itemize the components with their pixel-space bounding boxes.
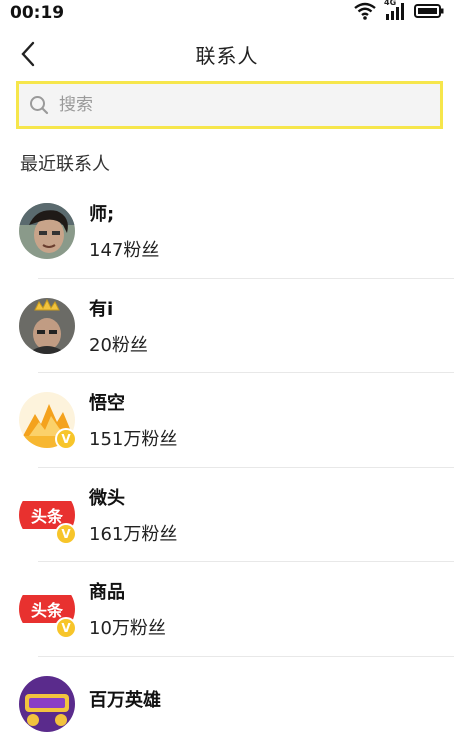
svg-text:头条: 头条 [31, 601, 64, 620]
contact-text: 有i 20粉丝 [89, 295, 148, 357]
contact-row[interactable]: V 悟空 151万粉丝 [0, 373, 454, 468]
contact-list: 师; 147粉丝 有i 20粉丝 [0, 184, 454, 751]
network-type-label: 4G [384, 0, 396, 7]
contact-text: 悟空 151万粉丝 [89, 389, 177, 451]
contact-name: 微头 [89, 484, 177, 510]
contact-name: 师; [89, 200, 159, 226]
contact-name: 商品 [89, 578, 166, 604]
contact-row[interactable]: 师; 147粉丝 [0, 184, 454, 279]
contact-text: 商品 10万粉丝 [89, 578, 166, 640]
avatar: 头条 V [19, 581, 75, 637]
contact-text: 微头 161万粉丝 [89, 484, 177, 546]
contact-fans: 20粉丝 [89, 331, 148, 357]
avatar: V [19, 392, 75, 448]
avatar [19, 298, 75, 354]
contact-fans: 161万粉丝 [89, 520, 177, 546]
avatar: 头条 V [19, 487, 75, 543]
section-title: 最近联系人 [20, 150, 110, 176]
search-bar[interactable] [16, 81, 443, 129]
contact-fans: 147粉丝 [89, 236, 159, 262]
nav-bar: 联系人 [0, 28, 454, 80]
contact-fans: 151万粉丝 [89, 425, 177, 451]
verified-badge-icon: V [55, 523, 77, 545]
contact-name: 百万英雄 [89, 686, 161, 712]
search-icon [29, 95, 49, 115]
svg-text:头条: 头条 [31, 507, 64, 526]
signal-icon: 4G [384, 2, 406, 24]
wifi-icon [354, 2, 376, 24]
avatar [19, 203, 75, 259]
search-input[interactable] [57, 94, 421, 116]
contact-text: 师; 147粉丝 [89, 200, 159, 262]
battery-icon [414, 3, 444, 23]
contact-fans: 10万粉丝 [89, 614, 166, 640]
chevron-left-icon [20, 41, 36, 67]
contact-row[interactable]: 头条 V 微头 161万粉丝 [0, 468, 454, 563]
contact-name: 悟空 [89, 389, 177, 415]
contact-row[interactable]: 有i 20粉丝 [0, 279, 454, 374]
contact-row[interactable]: 头条 V 商品 10万粉丝 [0, 562, 454, 657]
status-bar: 00:19 4G [0, 0, 454, 26]
status-icons: 4G [354, 2, 444, 24]
contact-name: 有i [89, 295, 148, 321]
status-time: 00:19 [10, 3, 64, 23]
back-button[interactable] [12, 38, 44, 70]
page-title: 联系人 [196, 40, 259, 69]
